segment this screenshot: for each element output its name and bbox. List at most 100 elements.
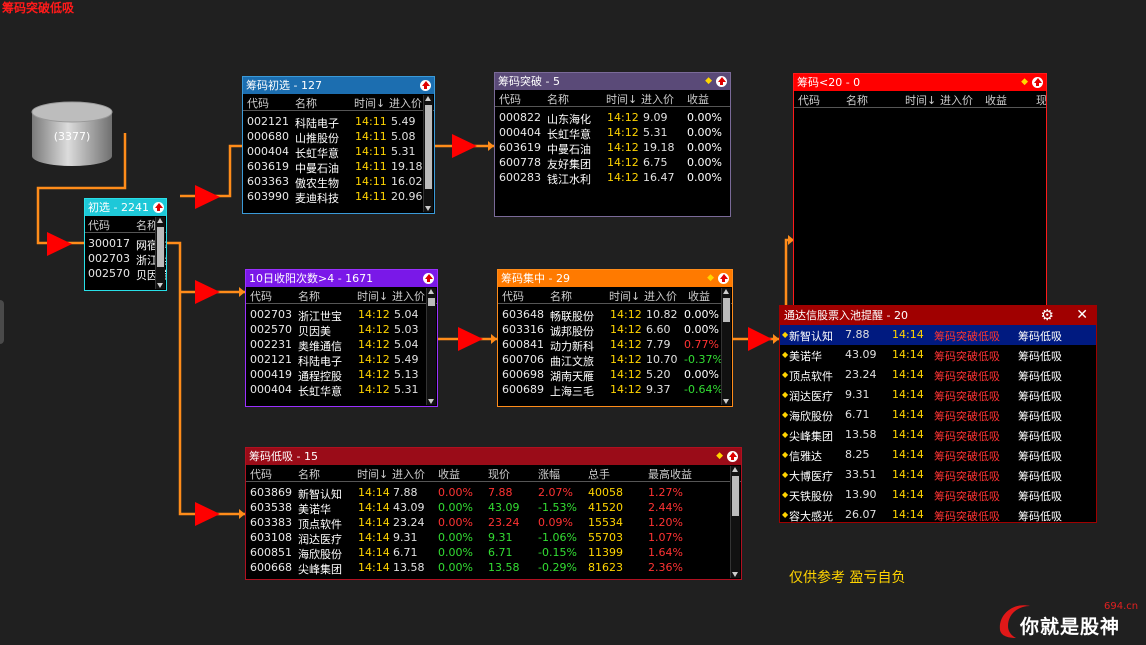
upload-icon[interactable]: [727, 450, 738, 462]
upload-icon[interactable]: [153, 201, 164, 213]
table-row[interactable]: 002703 浙江世宝 14:12 5.04: [246, 308, 437, 323]
header-code[interactable]: 代码: [502, 288, 524, 304]
header-time[interactable]: 时间↓: [606, 91, 637, 107]
header-time[interactable]: 时间↓: [357, 288, 388, 304]
header-code[interactable]: 代码: [499, 91, 521, 107]
table-row[interactable]: 603316 诚邦股份 14:12 6.60 0.00%: [498, 323, 732, 338]
scrollbar[interactable]: [426, 288, 436, 405]
table-row[interactable]: 603869 新智认知 14:14 7.88 0.00% 7.88 2.07% 40058 1.…: [246, 486, 741, 501]
header-time[interactable]: 时间↓: [354, 95, 385, 111]
table-row[interactable]: 002121 科陆电子 14:11 5.49: [243, 115, 434, 130]
header-yield[interactable]: 收益: [687, 91, 709, 107]
table-row[interactable]: 002121 科陆电子 14:12 5.49: [246, 353, 437, 368]
header-name[interactable]: 名称: [550, 288, 572, 304]
header-time[interactable]: 时间↓: [905, 92, 936, 108]
header-price[interactable]: 进入价: [940, 92, 973, 108]
table-row[interactable]: 000680 山推股份 14:11 5.08: [243, 130, 434, 145]
header-name[interactable]: 名称: [298, 288, 320, 304]
table-row[interactable]: 600689 上海三毛 14:12 9.37 -0.64%: [498, 383, 732, 398]
panel-choumachuxuan[interactable]: 筹码初选 - 127 代码 名称 时间↓ 进入价 002121 科陆电子 14:11…: [242, 76, 435, 214]
panel-dixi[interactable]: 筹码低吸 - 15 ◆ 代码 名称 时间↓ 进入价 收益 现价 涨幅 总手 最高…: [245, 447, 742, 580]
table-row[interactable]: 000419 通程控股 14:12 5.13: [246, 368, 437, 383]
alert-row[interactable]: ◆ 信雅达 8.25 14:14 筹码突破低吸 筹码低吸: [780, 445, 1096, 465]
alert-row[interactable]: ◆ 顶点软件 23.24 14:14 筹码突破低吸 筹码低吸: [780, 365, 1096, 385]
header-code[interactable]: 代码: [247, 95, 269, 111]
header-price[interactable]: 进入价: [389, 95, 422, 111]
alert-row[interactable]: ◆ 天铁股份 13.90 14:14 筹码突破低吸 筹码低吸: [780, 485, 1096, 505]
alert-window[interactable]: 通达信股票入池提醒 - 20 ⚙ ✕ ◆ 新智认知 7.88 14:14 筹码突破低吸筹…: [779, 305, 1097, 523]
scrollbar[interactable]: [730, 466, 740, 578]
header-name[interactable]: 名称: [846, 92, 868, 108]
alert-row[interactable]: ◆ 容大感光 26.07 14:14 筹码突破低吸 筹码低吸: [780, 505, 1096, 522]
table-row[interactable]: 600668 尖峰集团 14:14 13.58 0.00% 13.58 -0.29% 8162…: [246, 561, 741, 576]
header-max-yield[interactable]: 最高收益: [648, 466, 692, 482]
header-change[interactable]: 涨幅: [538, 466, 560, 482]
alert-row[interactable]: ◆ 新智认知 7.88 14:14 筹码突破低吸 筹码低吸: [780, 325, 1096, 345]
header-time[interactable]: 时间↓: [609, 288, 640, 304]
table-row[interactable]: 002570 贝因美 14:12 5.03: [246, 323, 437, 338]
alert-row[interactable]: ◆ 润达医疗 9.31 14:14 筹码突破低吸 筹码低吸: [780, 385, 1096, 405]
header-yield[interactable]: 收益: [438, 466, 460, 482]
alert-row[interactable]: ◆ 美诺华 43.09 14:14 筹码突破低吸 筹码低吸: [780, 345, 1096, 365]
header-name[interactable]: 名称: [298, 466, 320, 482]
header-price[interactable]: 进入价: [641, 91, 674, 107]
table-row[interactable]: 600706 曲江文旅 14:12 10.70 -0.37%: [498, 353, 732, 368]
table-row[interactable]: 603648 畅联股份 14:12 10.82 0.00%: [498, 308, 732, 323]
close-icon[interactable]: ✕: [1076, 306, 1088, 325]
upload-icon[interactable]: [1032, 76, 1043, 88]
header-name[interactable]: 名称: [547, 91, 569, 107]
upload-icon[interactable]: [423, 272, 434, 284]
table-row[interactable]: 000822 山东海化 14:12 9.09 0.00%: [495, 111, 730, 126]
upload-icon[interactable]: [718, 272, 729, 284]
header-volume[interactable]: 总手: [588, 466, 610, 482]
table-row[interactable]: 603383 顶点软件 14:14 23.24 0.00% 23.24 0.09% 15534…: [246, 516, 741, 531]
table-row[interactable]: 000404 长虹华意 14:12 5.31 0.00%: [495, 126, 730, 141]
side-collapse-handle[interactable]: [0, 300, 4, 344]
table-row[interactable]: 603619 中曼石油 14:12 19.18 0.00%: [495, 141, 730, 156]
header-name[interactable]: 名称: [295, 95, 317, 111]
table-row[interactable]: 002570 贝因美: [85, 267, 166, 282]
header-price[interactable]: 进入价: [644, 288, 677, 304]
header-code[interactable]: 代码: [250, 466, 272, 482]
upload-icon[interactable]: [716, 75, 727, 87]
scrollbar[interactable]: [155, 217, 165, 289]
table-row[interactable]: 600698 湖南天雁 14:12 5.20 0.00%: [498, 368, 732, 383]
gear-icon[interactable]: ⚙: [1041, 306, 1054, 325]
header-now[interactable]: 现价: [488, 466, 510, 482]
panel-lt20[interactable]: 筹码<20 - 0 ◆ 代码 名称 时间↓ 进入价 收益 现: [793, 73, 1047, 310]
header-time[interactable]: 时间↓: [357, 466, 388, 482]
scrollbar[interactable]: [423, 95, 433, 212]
table-row[interactable]: 600841 动力新科 14:12 7.79 0.77%: [498, 338, 732, 353]
table-row[interactable]: 603538 美诺华 14:14 43.09 0.00% 43.09 -1.53% 41520…: [246, 501, 741, 516]
panel-yangxian[interactable]: 10日收阳次数>4 - 1671 代码 名称 时间↓ 进入价 002703 浙江世…: [245, 269, 438, 407]
alert-row[interactable]: ◆ 大博医疗 33.51 14:14 筹码突破低吸 筹码低吸: [780, 465, 1096, 485]
header-code[interactable]: 代码: [88, 217, 110, 233]
panel-tupo[interactable]: 筹码突破 - 5 ◆ 代码 名称 时间↓ 进入价 收益 000822 山东海化 14…: [494, 72, 731, 217]
header-code[interactable]: 代码: [798, 92, 820, 108]
table-row[interactable]: 000404 长虹华意 14:12 5.31: [246, 383, 437, 398]
table-row[interactable]: 603108 润达医疗 14:14 9.31 0.00% 9.31 -1.06% 55703 1…: [246, 531, 741, 546]
table-row[interactable]: 603363 傲农生物 14:11 16.02: [243, 175, 434, 190]
upload-icon[interactable]: [420, 79, 431, 91]
table-row[interactable]: 002703浙江世宝: [85, 252, 166, 267]
panel-chuxuan[interactable]: 初选 - 2241 代码 名称 300017网宿科技002703浙江世宝0025…: [84, 198, 167, 291]
table-row[interactable]: 603619 中曼石油 14:11 19.18: [243, 160, 434, 175]
header-yield[interactable]: 收益: [688, 288, 710, 304]
table-row[interactable]: 300017网宿科技: [85, 237, 166, 252]
table-row[interactable]: 000404 长虹华意 14:11 5.31: [243, 145, 434, 160]
alert-row[interactable]: ◆ 海欣股份 6.71 14:14 筹码突破低吸 筹码低吸: [780, 405, 1096, 425]
table-row[interactable]: 600778 友好集团 14:12 6.75 0.00%: [495, 156, 730, 171]
table-row[interactable]: 603990 麦迪科技 14:11 20.96: [243, 190, 434, 205]
scrollbar[interactable]: [721, 288, 731, 405]
panel-jizhong[interactable]: 筹码集中 - 29 ◆ 代码 名称 时间↓ 进入价 收益 603648 畅联股份 1…: [497, 269, 733, 407]
header-now[interactable]: 现: [1036, 92, 1046, 108]
table-row[interactable]: 002231 奥维通信 14:12 5.04: [246, 338, 437, 353]
table-row[interactable]: 600851 海欣股份 14:14 6.71 0.00% 6.71 -0.15% 11399 1…: [246, 546, 741, 561]
alert-row[interactable]: ◆ 尖峰集团 13.58 14:14 筹码突破低吸 筹码低吸: [780, 425, 1096, 445]
header-code[interactable]: 代码: [250, 288, 272, 304]
header-yield[interactable]: 收益: [985, 92, 1007, 108]
table-row[interactable]: 600283 钱江水利 14:12 16.47 0.00%: [495, 171, 730, 186]
header-price[interactable]: 进入价: [392, 288, 425, 304]
header-price[interactable]: 进入价: [392, 466, 425, 482]
cell-time: 14:12: [610, 338, 642, 351]
